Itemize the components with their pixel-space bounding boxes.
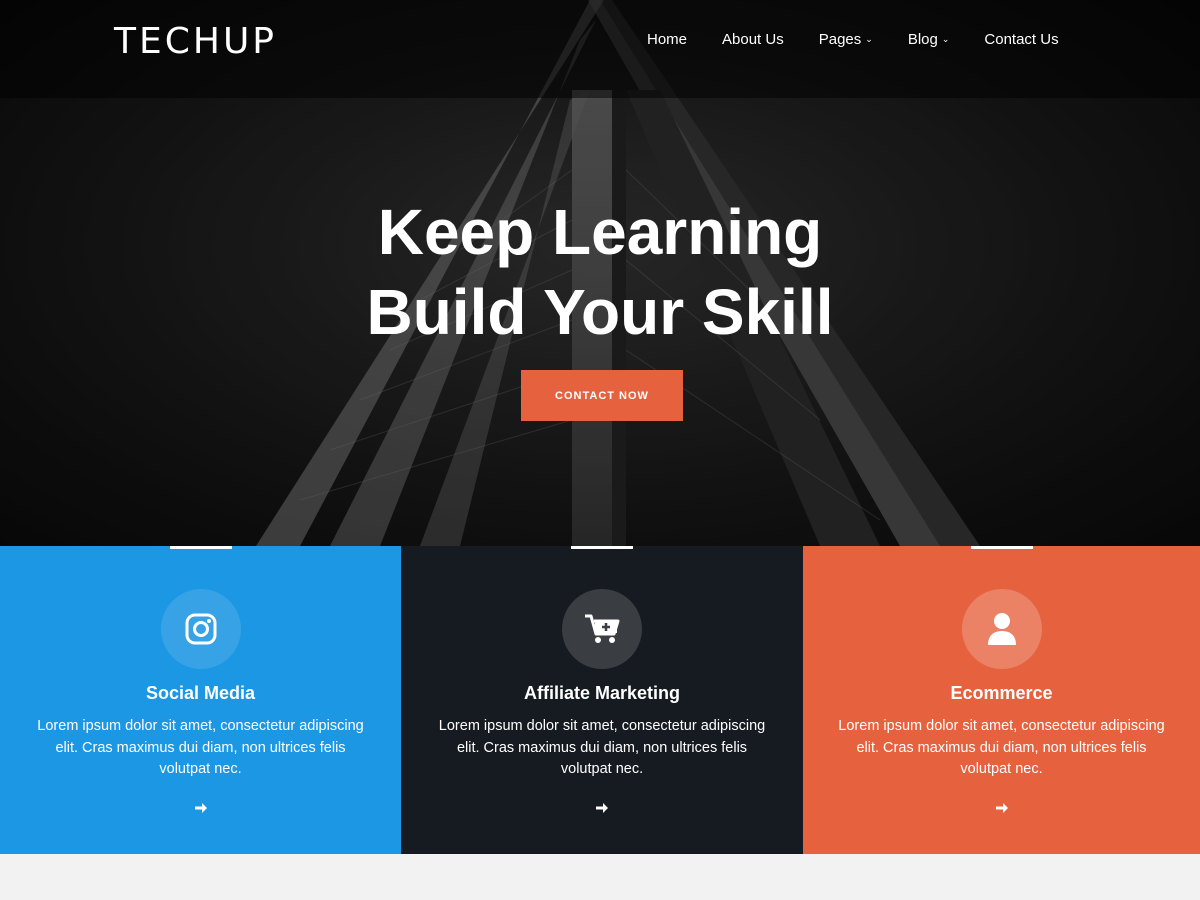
contact-now-button[interactable]: CONTACT NOW <box>521 370 683 421</box>
service-card-affiliate-marketing: Affiliate Marketing Lorem ipsum dolor si… <box>401 546 803 854</box>
nav-item-contact[interactable]: Contact Us <box>984 31 1058 48</box>
arrow-right-icon[interactable] <box>594 800 610 816</box>
chevron-down-icon: ⌄ <box>865 34 873 44</box>
arrow-right-icon[interactable] <box>193 800 209 816</box>
service-title: Ecommerce <box>950 683 1053 703</box>
card-accent-line <box>970 546 1033 549</box>
nav-item-about[interactable]: About Us <box>722 31 784 48</box>
service-card-ecommerce: Ecommerce Lorem ipsum dolor sit amet, co… <box>803 546 1200 854</box>
service-description: Lorem ipsum dolor sit amet, consectetur … <box>37 718 364 777</box>
service-title: Affiliate Marketing <box>523 683 681 703</box>
service-description: Lorem ipsum dolor sit amet, consectetur … <box>838 718 1165 777</box>
service-description: Lorem ipsum dolor sit amet, consectetur … <box>438 718 766 777</box>
hero-section: TECHUP Home About Us Pages ⌄ Blog ⌄ Contac… <box>0 0 1200 546</box>
nav-item-pages[interactable]: Pages ⌄ <box>819 31 873 48</box>
hero-headline-line2: Build Your Skill <box>366 276 834 348</box>
main-nav: Home About Us Pages ⌄ Blog ⌄ Contact Us <box>647 31 1059 48</box>
instagram-icon <box>160 589 241 669</box>
hero-headline: Keep Learning Build Your Skill <box>0 192 1200 352</box>
page-background-strip <box>0 854 1200 900</box>
cart-plus-icon <box>562 589 642 669</box>
site-logo[interactable]: TECHUP <box>114 21 277 62</box>
nav-item-home[interactable]: Home <box>647 31 687 48</box>
services-section: Social Media Lorem ipsum dolor sit amet,… <box>0 546 1200 854</box>
hero-headline-line1: Keep Learning <box>377 196 823 268</box>
service-title: Social Media <box>145 683 256 703</box>
card-accent-line <box>169 546 232 549</box>
top-navbar: TECHUP Home About Us Pages ⌄ Blog ⌄ Contac… <box>0 0 1200 98</box>
card-accent-line <box>571 546 633 549</box>
nav-item-blog[interactable]: Blog ⌄ <box>908 31 950 48</box>
user-icon <box>961 589 1042 669</box>
chevron-down-icon: ⌄ <box>941 34 950 44</box>
arrow-right-icon[interactable] <box>994 800 1010 816</box>
service-card-social-media: Social Media Lorem ipsum dolor sit amet,… <box>0 546 401 854</box>
